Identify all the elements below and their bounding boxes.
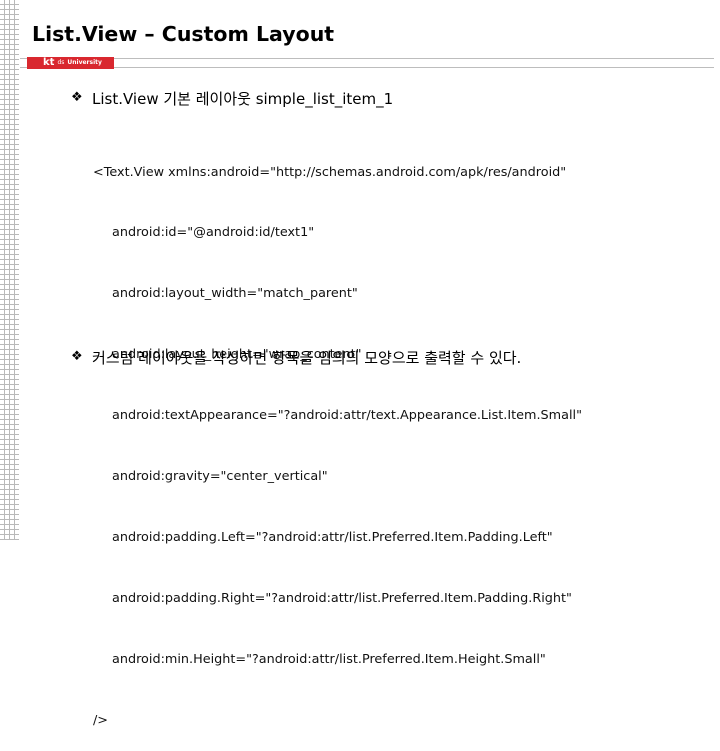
code-line: android:id="@android:id/text1": [112, 225, 315, 241]
code-line: <Text.View xmlns:android="http://schemas…: [93, 164, 567, 180]
slide-title: List.View – Custom Layout: [32, 22, 335, 46]
diamond-bullet-icon: ❖: [71, 90, 83, 105]
code-line: android:layout_width="match_parent": [112, 286, 358, 302]
code-snippet: <Text.View xmlns:android="http://schemas…: [93, 122, 582, 751]
bullet-text-1: List.View 기본 레이아웃 simple_list_item_1: [92, 90, 394, 108]
logo-university-text: University: [67, 59, 102, 66]
logo-kt-text: kt: [43, 57, 55, 68]
kt-ds-university-logo: kt ds University: [27, 57, 114, 69]
code-line: android:min.Height="?android:attr/list.P…: [112, 651, 546, 667]
side-grid-pattern: [0, 0, 19, 540]
code-line: android:gravity="center_vertical": [112, 469, 328, 485]
code-line: android:padding.Right="?android:attr/lis…: [112, 590, 572, 606]
title-divider: [20, 58, 714, 68]
code-line: />: [93, 712, 109, 728]
logo-ds-text: ds: [57, 59, 65, 66]
code-line: android:padding.Left="?android:attr/list…: [112, 529, 553, 545]
diamond-bullet-icon: ❖: [71, 349, 83, 364]
bullet-text-2: 커스텀 레이아웃을 작성하면 항목을 임의의 모양으로 출력할 수 있다.: [92, 349, 522, 367]
code-line: android:textAppearance="?android:attr/te…: [112, 408, 582, 424]
